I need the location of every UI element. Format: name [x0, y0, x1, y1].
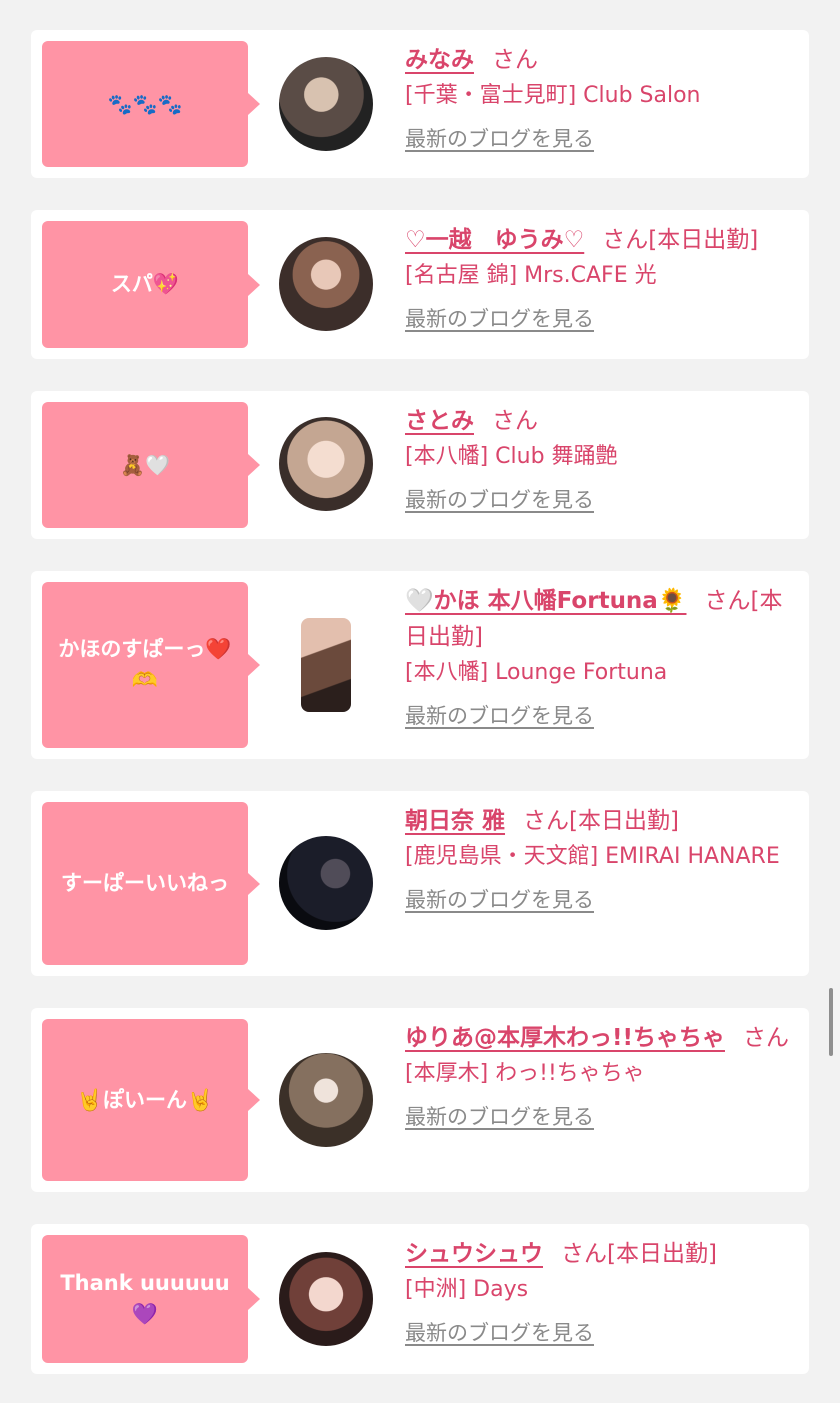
list-item: 🤘ぽいーん🤘 ゆりあ@本厚木わっ!!ちゃちゃ さん [本厚木] わっ!!ちゃちゃ … [31, 1008, 809, 1192]
list-item: すーぱーいいねっ 朝日奈 雅さん[本日出勤] [鹿児島県・天文館] EMIRAI… [31, 791, 809, 976]
profile-name-link[interactable]: 🤍かほ 本八幡Fortuna🌻 [405, 588, 686, 614]
reaction-text: 🤘ぽいーん🤘 [76, 1087, 214, 1112]
reaction-bubble: 🐾🐾🐾 [42, 41, 260, 167]
profile-name-link[interactable]: みなみ [405, 47, 474, 73]
honorific-text: さん[本日出勤] [602, 227, 759, 253]
shop-text: [鹿児島県・天文館] EMIRAI HANARE [405, 844, 780, 869]
profile-name-link[interactable]: ゆりあ@本厚木わっ!!ちゃちゃ [405, 1025, 725, 1051]
reaction-text: かほのすぱーっ❤️🫶 [58, 637, 232, 692]
shop-text: [千葉・富士見町] Club Salon [405, 83, 701, 108]
shop-text: [名古屋 錦] Mrs.CAFE 光 [405, 263, 657, 288]
avatar[interactable] [279, 237, 373, 331]
latest-blog-link[interactable]: 最新のブログを見る [405, 885, 594, 915]
latest-blog-link[interactable]: 最新のブログを見る [405, 485, 594, 515]
latest-blog-link[interactable]: 最新のブログを見る [405, 701, 594, 731]
reaction-bubble: 🤘ぽいーん🤘 [42, 1019, 260, 1181]
reaction-text: 🐾🐾🐾 [107, 91, 183, 116]
scrollbar[interactable] [829, 988, 833, 1056]
honorific-text: さん [492, 408, 538, 434]
list-item: 🧸🤍 さとみ さん [本八幡] Club 舞踊艶 最新のブログを見る [31, 391, 809, 539]
avatar[interactable] [279, 1252, 373, 1346]
reaction-text: Thank uuuuuu💜 [60, 1271, 230, 1326]
profile-name-link[interactable]: 朝日奈 雅 [405, 808, 505, 834]
shop-text: [本八幡] Club 舞踊艶 [405, 444, 618, 469]
avatar[interactable] [279, 836, 373, 930]
reaction-text: 🧸🤍 [120, 452, 170, 477]
avatar[interactable] [279, 1053, 373, 1147]
latest-blog-link[interactable]: 最新のブログを見る [405, 1102, 594, 1132]
latest-blog-link[interactable]: 最新のブログを見る [405, 304, 594, 334]
latest-blog-link[interactable]: 最新のブログを見る [405, 1318, 594, 1348]
list-item: Thank uuuuuu💜 シュウシュウ さん[本日出勤] [中洲] Days 最… [31, 1224, 809, 1374]
reaction-text: すーぱーいいねっ [61, 871, 229, 895]
avatar[interactable] [301, 618, 351, 712]
honorific-text: さん[本日出勤] [523, 808, 679, 834]
honorific-text: さん [492, 47, 538, 73]
profile-name-link[interactable]: ♡一越 ゆうみ♡ [405, 227, 584, 253]
shop-text: [中洲] Days [405, 1277, 529, 1302]
reaction-bubble: スパ💖 [42, 221, 260, 348]
profile-name-link[interactable]: シュウシュウ [405, 1241, 543, 1267]
honorific-text: さん[本日出勤] [561, 1241, 717, 1267]
reaction-bubble: すーぱーいいねっ [42, 802, 260, 965]
list-item: 🐾🐾🐾 みなみ さん [千葉・富士見町] Club Salon 最新のブログを見る [31, 30, 809, 178]
avatar[interactable] [279, 57, 373, 151]
reaction-bubble: 🧸🤍 [42, 402, 260, 528]
list-item: かほのすぱーっ❤️🫶 🤍かほ 本八幡Fortuna🌻 さん[本日出勤] [本八幡]… [31, 571, 809, 759]
shop-text: [本厚木] わっ!!ちゃちゃ [405, 1061, 645, 1086]
reaction-text: スパ💖 [110, 272, 180, 296]
reaction-bubble: かほのすぱーっ❤️🫶 [42, 582, 260, 748]
reaction-bubble: Thank uuuuuu💜 [42, 1235, 260, 1363]
avatar[interactable] [279, 417, 373, 511]
honorific-text: さん [742, 1025, 789, 1051]
shop-text: [本八幡] Lounge Fortuna [405, 660, 668, 685]
profile-name-link[interactable]: さとみ [405, 408, 474, 434]
list-item: スパ💖 ♡一越 ゆうみ♡ さん[本日出勤] [名古屋 錦] Mrs.CAFE 光 … [31, 210, 809, 359]
latest-blog-link[interactable]: 最新のブログを見る [405, 124, 594, 154]
